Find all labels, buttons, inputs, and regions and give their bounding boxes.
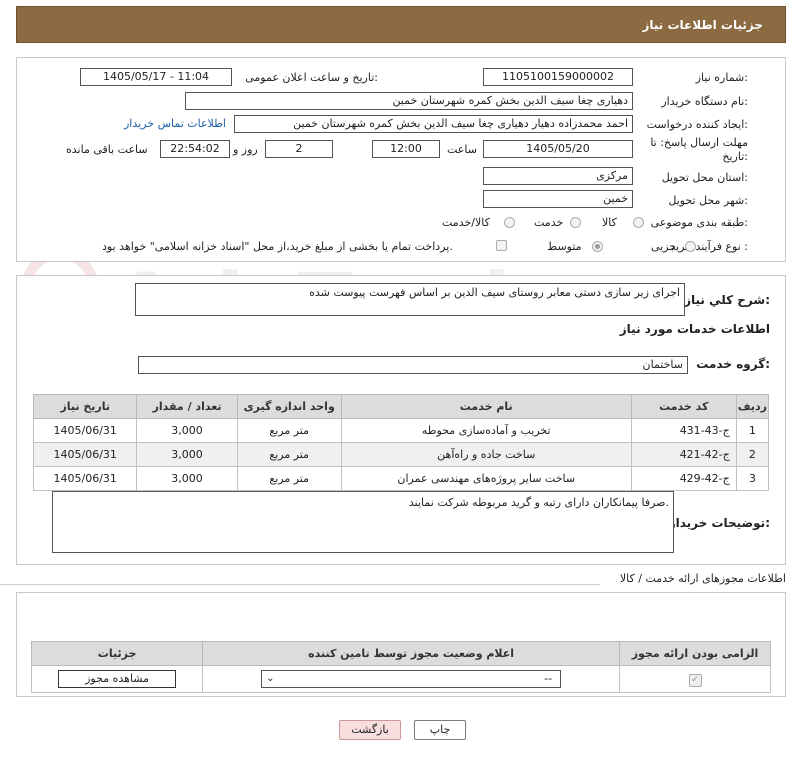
- cell-date: 1405/06/31: [32, 442, 138, 467]
- treasury-payment-checkbox[interactable]: [496, 240, 507, 251]
- col-row-number: ردیف: [735, 394, 770, 419]
- description-label: شرح کلي نياز:: [684, 293, 770, 307]
- cell-service-name: ساخت سایر پروژه‌های مهندسی عمران: [340, 466, 632, 491]
- table-row: مشاهده مجوز -- ⌄ ✓: [30, 665, 771, 693]
- cell-details: مشاهده مجوز: [30, 665, 204, 693]
- page-header: جزئیات اطلاعات نیاز: [16, 6, 786, 43]
- cell-quantity: 3,000: [136, 442, 238, 467]
- category-radio-service[interactable]: [570, 217, 581, 228]
- license-required-checkbox: ✓: [688, 673, 702, 687]
- col-date: تاریخ نیاز: [32, 394, 138, 419]
- announce-label: تاریخ و ساعت اعلان عمومی:: [245, 71, 378, 84]
- category-option-service: خدمت: [534, 216, 564, 229]
- license-section-title: اطلاعات مجوزهای ارائه خدمت / کالا: [619, 572, 786, 585]
- description-text: اجرای زیر سازی دستی معابر روستای سیف الد…: [309, 286, 680, 299]
- purchase-radio-medium[interactable]: [592, 241, 603, 252]
- page-title: جزئیات اطلاعات نیاز: [642, 18, 763, 32]
- chevron-down-icon: ⌄: [266, 673, 275, 684]
- table-row: 1405/06/31 3,000 متر مربع ساخت سایر پروژ…: [32, 466, 770, 491]
- view-license-button[interactable]: مشاهده مجوز: [58, 670, 177, 688]
- purchase-type-label: نوع فرآیند خرید :: [670, 240, 748, 253]
- category-option-goods-service: کالا/خدمت: [442, 216, 490, 229]
- col-service-code: کد خدمت: [630, 394, 737, 419]
- city-field: خمین: [483, 190, 633, 208]
- cell-service-code: ج-42-421: [630, 442, 737, 467]
- col-license-status: اعلام وضعیت مجوز توسط تامین کننده: [202, 641, 621, 666]
- days-label: روز و: [233, 143, 258, 156]
- cell-service-code: ج-43-431: [630, 418, 737, 443]
- table-row: 1405/06/31 3,000 متر مربع ساخت جاده و را…: [32, 442, 770, 467]
- description-field: اجرای زیر سازی دستی معابر روستای سیف الد…: [135, 283, 685, 316]
- category-option-goods: کالا: [602, 216, 617, 229]
- cell-quantity: 3,000: [136, 466, 238, 491]
- cell-unit: متر مربع: [236, 418, 342, 443]
- deadline-label: مهلت ارسال پاسخ: تا تاریخ:: [650, 136, 748, 163]
- license-status-select[interactable]: -- ⌄: [261, 670, 562, 688]
- license-status-value: --: [544, 672, 553, 685]
- cell-row-number: 2: [735, 442, 770, 467]
- city-label: شهر محل تحویل:: [668, 194, 748, 207]
- cell-quantity: 3,000: [136, 418, 238, 443]
- col-quantity: تعداد / مقدار: [136, 394, 238, 419]
- buyer-org-label: نام دستگاه خریدار:: [661, 95, 748, 108]
- print-button[interactable]: چاپ: [414, 720, 466, 740]
- service-group-label: گروه خدمت:: [696, 357, 770, 371]
- cell-date: 1405/06/31: [32, 466, 138, 491]
- cell-license-required: ✓: [619, 665, 771, 693]
- buyer-notes-field: صرفا پیمانکاران دارای رتبه و گرید مربوطه…: [52, 491, 674, 553]
- license-table: جزئیات اعلام وضعیت مجوز توسط تامین کننده…: [30, 641, 771, 693]
- purchase-option-minor: جزیی: [651, 240, 677, 253]
- cell-unit: متر مربع: [236, 466, 342, 491]
- buyer-org-field: دهیاری چغا سیف الدین بخش کمره شهرستان خم…: [185, 92, 633, 110]
- creator-label: ایجاد کننده درخواست:: [646, 118, 748, 131]
- remaining-label: ساعت باقی مانده: [66, 143, 148, 156]
- purchase-option-medium: متوسط: [547, 240, 582, 253]
- province-label: استان محل تحویل:: [661, 171, 748, 184]
- services-table: تاریخ نیاز تعداد / مقدار واحد اندازه گیر…: [32, 394, 770, 491]
- cell-service-code: ج-42-429: [630, 466, 737, 491]
- services-section-title: اطلاعات خدمات مورد نیاز: [619, 322, 770, 336]
- cell-service-name: تخریب و آماده‌سازی محوطه: [340, 418, 632, 443]
- remaining-time-field: 22:54:02: [160, 140, 230, 158]
- license-divider: [0, 584, 600, 585]
- table-row: 1405/06/31 3,000 متر مربع تخریب و آماده‌…: [32, 418, 770, 443]
- treasury-payment-note: پرداخت تمام یا بخشی از مبلغ خرید،از محل …: [102, 240, 453, 253]
- col-details: جزئیات: [30, 641, 204, 666]
- announce-datetime-field: 1405/05/17 - 11:04: [80, 68, 232, 86]
- col-service-name: نام خدمت: [340, 394, 632, 419]
- deadline-time-label: ساعت: [447, 143, 477, 156]
- buyer-notes-label: توضیحات خریدار:: [668, 516, 770, 530]
- back-button[interactable]: بازگشت: [339, 720, 401, 740]
- buyer-notes-text: صرفا پیمانکاران دارای رتبه و گرید مربوطه…: [408, 496, 669, 509]
- deadline-time-field: 12:00: [372, 140, 440, 158]
- service-group-field: ساختمان: [138, 356, 688, 374]
- province-field: مرکزی: [483, 167, 633, 185]
- category-radio-goods-service[interactable]: [504, 217, 515, 228]
- cell-date: 1405/06/31: [32, 418, 138, 443]
- cell-row-number: 1: [735, 418, 770, 443]
- need-number-field: 1105100159000002: [483, 68, 633, 86]
- purchase-radio-minor[interactable]: [685, 241, 696, 252]
- buyer-contact-link[interactable]: اطلاعات تماس خریدار: [124, 117, 226, 130]
- category-label: طبقه بندی موضوعی:: [650, 216, 748, 229]
- cell-license-status: -- ⌄: [202, 665, 621, 693]
- need-number-label: شماره نیاز:: [695, 71, 748, 84]
- creator-field: احمد محمدزاده دهیار دهیاری چغا سیف الدین…: [234, 115, 633, 133]
- cell-row-number: 3: [735, 466, 770, 491]
- category-radio-goods[interactable]: [633, 217, 644, 228]
- deadline-date-field: 1405/05/20: [483, 140, 633, 158]
- days-field: 2: [265, 140, 333, 158]
- cell-service-name: ساخت جاده و راه‌آهن: [340, 442, 632, 467]
- col-unit: واحد اندازه گیری: [236, 394, 342, 419]
- cell-unit: متر مربع: [236, 442, 342, 467]
- col-license-required: الزامی بودن ارائه مجوز: [619, 641, 771, 666]
